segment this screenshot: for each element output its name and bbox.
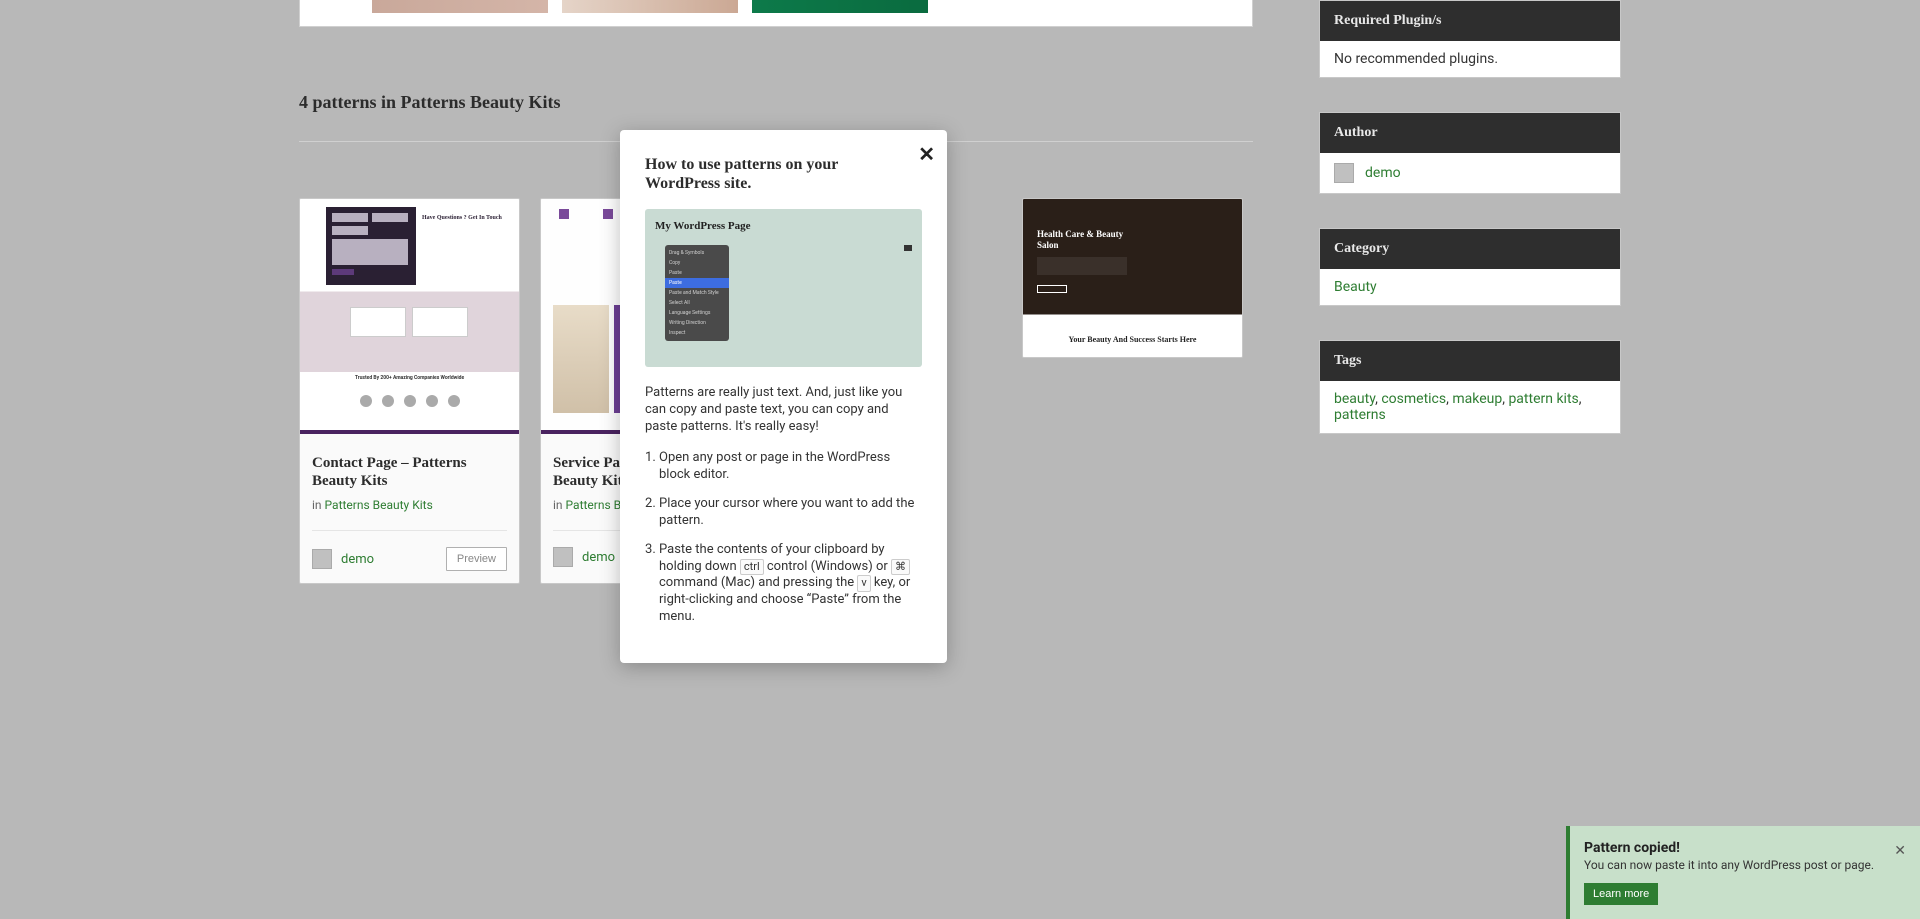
close-button[interactable]: ✕ — [1894, 842, 1906, 859]
card-preview-image[interactable]: Health Care & Beauty Salon Your Beauty A… — [1023, 199, 1242, 358]
card-title[interactable]: Contact Page – Patterns Beauty Kits — [312, 454, 507, 490]
learn-more-button[interactable]: Learn more — [1584, 883, 1658, 905]
avatar — [312, 549, 332, 569]
card-meta: in Patterns Beauty Kits — [312, 498, 507, 512]
category-link[interactable]: Beauty — [1334, 279, 1377, 295]
tag-link[interactable]: patterns — [1334, 407, 1386, 423]
modal-step: Open any post or page in the WordPress b… — [659, 450, 922, 484]
preview-button[interactable]: Preview — [446, 547, 507, 571]
kbd-cmd: ⌘ — [891, 559, 910, 575]
close-button[interactable]: ✕ — [918, 142, 935, 167]
kbd-v: v — [857, 575, 870, 591]
avatar — [1334, 163, 1354, 183]
tag-link[interactable]: cosmetics — [1381, 391, 1446, 407]
widget-header: Author — [1320, 113, 1620, 153]
toast-notification: ✕ Pattern copied! You can now paste it i… — [1566, 826, 1920, 919]
top-preview-strip — [299, 0, 1253, 27]
thumb-image — [752, 0, 928, 13]
modal-title: How to use patterns on your WordPress si… — [645, 155, 922, 193]
author-link[interactable]: demo — [341, 552, 374, 567]
widget-category: Category Beauty — [1319, 228, 1621, 306]
thumb-image — [372, 0, 548, 13]
pattern-card: Have Questions ? Get In Touch Trusted By… — [299, 198, 520, 584]
widget-header: Required Plugin/s — [1320, 1, 1620, 41]
widget-header: Category — [1320, 229, 1620, 269]
howto-modal: ✕ How to use patterns on your WordPress … — [620, 130, 947, 663]
widget-plugins: Required Plugin/s No recommended plugins… — [1319, 0, 1621, 78]
card-category-link[interactable]: Patterns Beauty Kits — [325, 498, 433, 512]
toast-title: Pattern copied! — [1584, 840, 1880, 856]
modal-intro: Patterns are really just text. And, just… — [645, 385, 922, 436]
card-preview-image[interactable]: Have Questions ? Get In Touch Trusted By… — [300, 199, 519, 434]
tag-link[interactable]: pattern kits — [1508, 391, 1578, 407]
kbd-ctrl: ctrl — [740, 559, 764, 575]
toast-text: You can now paste it into any WordPress … — [1584, 858, 1880, 872]
author-link[interactable]: demo — [582, 550, 615, 565]
avatar — [553, 547, 573, 567]
modal-steps: Open any post or page in the WordPress b… — [645, 450, 922, 626]
widget-author: Author demo — [1319, 112, 1621, 194]
tag-link[interactable]: makeup — [1452, 391, 1502, 407]
widget-body: No recommended plugins. — [1320, 41, 1620, 77]
widget-header: Tags — [1320, 341, 1620, 381]
thumb-image — [562, 0, 738, 13]
widget-tags: Tags beauty, cosmetics, makeup, pattern … — [1319, 340, 1621, 434]
modal-step: Place your cursor where you want to add … — [659, 496, 922, 530]
sidebar: Required Plugin/s No recommended plugins… — [1319, 0, 1621, 584]
modal-illustration: My WordPress Page Drag & SymbolsCopyPast… — [645, 209, 922, 367]
pattern-card: Health Care & Beauty Salon Your Beauty A… — [1022, 198, 1243, 358]
modal-step: Paste the contents of your clipboard by … — [659, 542, 922, 626]
author-link[interactable]: demo — [1365, 165, 1401, 181]
tag-link[interactable]: beauty — [1334, 391, 1375, 407]
